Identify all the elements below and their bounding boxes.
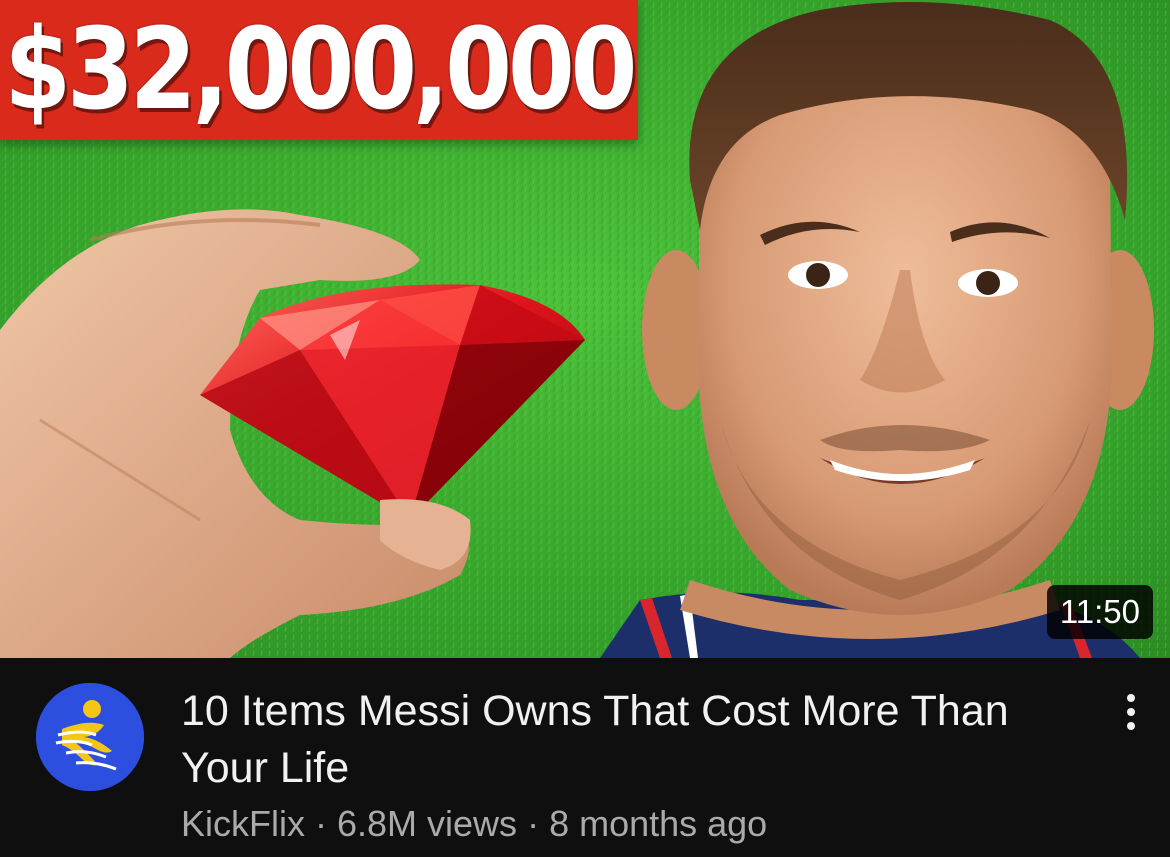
video-card[interactable]: $32,000,000 11:50 10 Items Messi Owns Th… (0, 0, 1170, 857)
meta-separator: · (315, 803, 327, 844)
more-vertical-icon (1127, 694, 1135, 730)
video-thumbnail[interactable]: $32,000,000 11:50 (0, 0, 1170, 658)
video-metadata: KickFlix · 6.8M views · 8 months ago (181, 801, 767, 847)
view-count: 6.8M views (337, 803, 518, 844)
duration-badge: 11:50 (1046, 585, 1153, 639)
upload-age: 8 months ago (549, 803, 768, 844)
channel-name[interactable]: KickFlix (181, 803, 305, 844)
channel-avatar[interactable] (36, 683, 144, 791)
price-banner: $32,000,000 (0, 0, 638, 140)
runner-logo-icon (36, 683, 144, 791)
more-options-button[interactable] (1110, 686, 1152, 738)
video-title[interactable]: 10 Items Messi Owns That Cost More Than … (181, 683, 1041, 797)
price-text: $32,000,000 (4, 5, 637, 135)
meta-separator: · (527, 803, 540, 844)
